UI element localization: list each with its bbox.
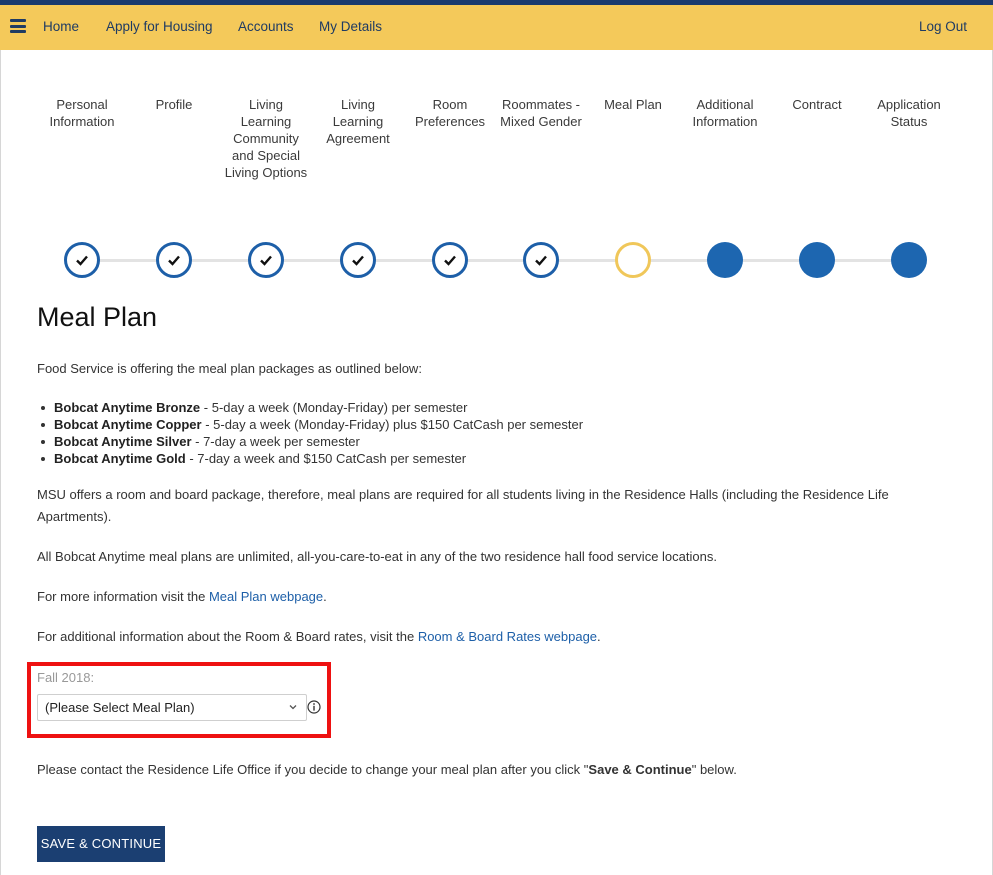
- term-label: Fall 2018:: [37, 670, 95, 685]
- nav-apply-for-housing[interactable]: Apply for Housing: [106, 19, 213, 34]
- logout-link[interactable]: Log Out: [919, 19, 967, 34]
- nav-accounts[interactable]: Accounts: [238, 19, 294, 34]
- contact-suffix: " below.: [691, 762, 737, 777]
- list-item: Bobcat Anytime Gold - 7-day a week and $…: [37, 450, 583, 467]
- meal-plan-select-value: (Please Select Meal Plan): [45, 700, 195, 715]
- plan-description: - 5-day a week (Monday-Friday) per semes…: [200, 400, 468, 415]
- list-item: Bobcat Anytime Copper - 5-day a week (Mo…: [37, 416, 583, 433]
- more-info-prefix: For more information visit the: [37, 589, 209, 604]
- intro-text: Food Service is offering the meal plan p…: [37, 361, 422, 376]
- nav-my-details[interactable]: My Details: [319, 19, 382, 34]
- list-item: Bobcat Anytime Silver - 7-day a week per…: [37, 433, 583, 450]
- step-circle-living-learning-agreement[interactable]: [340, 242, 376, 278]
- step-circle-additional-information[interactable]: [707, 242, 743, 278]
- plan-description: - 7-day a week per semester: [191, 434, 360, 449]
- info-icon[interactable]: [307, 700, 321, 714]
- step-label-profile[interactable]: Profile: [131, 96, 217, 113]
- rates-suffix: .: [597, 629, 601, 644]
- step-circle-personal-information[interactable]: [64, 242, 100, 278]
- more-info-text: For more information visit the Meal Plan…: [37, 586, 327, 608]
- top-navbar: Home Apply for Housing Accounts My Detai…: [0, 5, 993, 50]
- hamburger-icon[interactable]: [10, 19, 26, 33]
- rates-text: For additional information about the Roo…: [37, 626, 601, 648]
- check-icon: [76, 255, 88, 266]
- more-info-suffix: .: [323, 589, 327, 604]
- progress-track: [82, 259, 908, 262]
- step-label-meal-plan[interactable]: Meal Plan: [590, 96, 676, 113]
- package-text: MSU offers a room and board package, the…: [37, 487, 889, 524]
- step-label-living-learning-community[interactable]: Living Learning Community and Special Li…: [223, 96, 309, 181]
- nav-home[interactable]: Home: [43, 19, 79, 34]
- step-circle-application-status[interactable]: [891, 242, 927, 278]
- plan-name: Bobcat Anytime Gold: [54, 451, 186, 466]
- check-icon: [260, 255, 272, 266]
- save-continue-button[interactable]: SAVE & CONTINUE: [37, 826, 165, 862]
- check-icon: [352, 255, 364, 266]
- contact-prefix: Please contact the Residence Life Office…: [37, 762, 589, 777]
- step-circle-contract[interactable]: [799, 242, 835, 278]
- step-label-application-status[interactable]: Application Status: [866, 96, 952, 130]
- step-circle-meal-plan[interactable]: [615, 242, 651, 278]
- check-icon: [168, 255, 180, 266]
- contact-bold: Save & Continue: [588, 762, 692, 777]
- list-item: Bobcat Anytime Bronze - 5-day a week (Mo…: [37, 399, 583, 416]
- step-circle-room-preferences[interactable]: [432, 242, 468, 278]
- unlimited-text: All Bobcat Anytime meal plans are unlimi…: [37, 549, 717, 564]
- step-label-living-learning-agreement[interactable]: Living Learning Agreement: [315, 96, 401, 147]
- check-icon: [535, 255, 547, 266]
- meal-plan-list: Bobcat Anytime Bronze - 5-day a week (Mo…: [37, 399, 583, 467]
- step-label-roommates[interactable]: Roommates - Mixed Gender: [498, 96, 584, 130]
- plan-description: - 5-day a week (Monday-Friday) plus $150…: [201, 417, 584, 432]
- plan-name: Bobcat Anytime Copper: [54, 417, 202, 432]
- plan-name: Bobcat Anytime Silver: [54, 434, 192, 449]
- step-circle-living-learning-community[interactable]: [248, 242, 284, 278]
- plan-description: - 7-day a week and $150 CatCash per seme…: [185, 451, 467, 466]
- step-label-room-preferences[interactable]: Room Preferences: [407, 96, 493, 130]
- chevron-down-icon: [289, 705, 297, 710]
- meal-plan-select[interactable]: (Please Select Meal Plan): [37, 694, 307, 721]
- contact-text: Please contact the Residence Life Office…: [37, 759, 737, 781]
- step-circle-profile[interactable]: [156, 242, 192, 278]
- step-label-personal-information[interactable]: Personal Information: [39, 96, 125, 130]
- step-label-additional-information[interactable]: Additional Information: [682, 96, 768, 130]
- meal-plan-webpage-link[interactable]: Meal Plan webpage: [209, 589, 323, 604]
- step-label-contract[interactable]: Contract: [774, 96, 860, 113]
- plan-name: Bobcat Anytime Bronze: [54, 400, 201, 415]
- check-icon: [444, 255, 456, 266]
- rates-prefix: For additional information about the Roo…: [37, 629, 418, 644]
- step-circle-roommates[interactable]: [523, 242, 559, 278]
- page-title: Meal Plan: [37, 302, 158, 332]
- room-board-rates-link[interactable]: Room & Board Rates webpage: [418, 629, 597, 644]
